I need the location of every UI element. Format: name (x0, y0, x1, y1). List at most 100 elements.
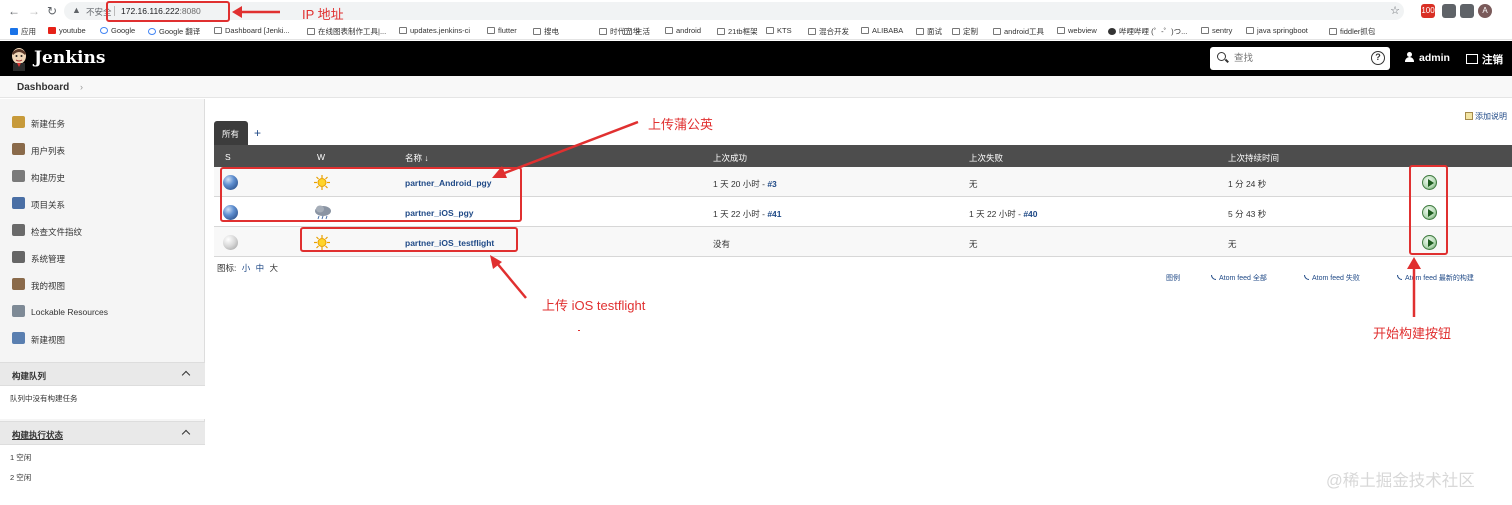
bookmark-item[interactable]: 应用 (10, 26, 36, 37)
add-view-tab[interactable]: + (254, 126, 261, 140)
breadcrumb-chevron-icon[interactable]: › (80, 82, 83, 92)
folder-icon (399, 27, 407, 34)
last-failure-text: 1 天 22 小时 - (969, 209, 1024, 219)
build-queue-panel: 构建队列 队列中没有构建任务 (0, 362, 205, 419)
search-box[interactable]: ? (1210, 47, 1390, 70)
bookmark-star-icon[interactable]: ☆ (1390, 4, 1400, 17)
gear-icon (12, 251, 25, 263)
bookmark-item[interactable]: 在线图表制作工具|... (307, 26, 386, 37)
extension-puzzle-icon[interactable] (1460, 4, 1474, 18)
jenkins-logo-icon[interactable] (9, 47, 29, 71)
bookmark-item[interactable]: fiddler抓包 (1329, 26, 1375, 37)
search-input[interactable] (1234, 51, 1364, 66)
column-last-duration[interactable]: 上次持续时间 (1228, 152, 1279, 164)
logout-icon (1466, 54, 1478, 64)
executor-header[interactable]: 构建执行状态 (0, 421, 205, 445)
bookmark-item[interactable]: youtube (48, 26, 86, 35)
bookmark-item[interactable]: sentry (1201, 26, 1232, 35)
profile-avatar-icon[interactable]: A (1478, 4, 1492, 18)
bookmark-item[interactable]: 生活 (624, 26, 650, 37)
bookmark-item[interactable]: android (665, 26, 701, 35)
build-queue-empty: 队列中没有构建任务 (10, 394, 78, 403)
jenkins-title[interactable]: Jenkins (34, 48, 105, 68)
bookmark-label: 应用 (21, 27, 36, 36)
bookmark-label: 哔哩哔哩 (゜-゜)つ... (1119, 27, 1188, 36)
bookmark-item[interactable]: 搜电 (533, 26, 559, 37)
bookmark-item[interactable]: Dashboard [Jenki... (214, 26, 290, 35)
bookmark-item[interactable]: 定制 (952, 26, 978, 37)
column-status[interactable]: S (225, 152, 231, 162)
folder-icon (12, 332, 25, 344)
legend-link[interactable]: 图例 (1166, 273, 1180, 283)
add-description-link[interactable]: 添加说明 (1465, 111, 1507, 122)
collapse-chevron-icon[interactable] (181, 429, 191, 439)
last-failure-build-link[interactable]: #40 (1023, 209, 1037, 219)
icon-size-small[interactable]: 小 (242, 263, 251, 273)
bookmark-item[interactable]: 混合开发 (808, 26, 849, 37)
jenkins-header: Jenkins ? admin 注销 (0, 41, 1512, 76)
column-weather[interactable]: W (317, 152, 325, 162)
bookmark-item[interactable]: flutter (487, 26, 517, 35)
bookmark-item[interactable]: KTS (766, 26, 792, 35)
collapse-chevron-icon[interactable] (181, 370, 191, 380)
build-queue-title: 构建队列 (12, 371, 47, 381)
bookmark-item[interactable]: Google (100, 26, 135, 35)
google-icon (148, 28, 156, 35)
bookmark-label: flutter (498, 26, 517, 35)
last-success-build-link[interactable]: #41 (767, 209, 781, 219)
folder-icon (1201, 27, 1209, 34)
executor-title[interactable]: 构建执行状态 (12, 429, 63, 441)
icon-size-medium[interactable]: 中 (256, 263, 265, 273)
folder-icon (599, 28, 607, 35)
user-link[interactable]: admin (1405, 52, 1450, 64)
atom-feed-failed-label: Atom feed 失败 (1312, 275, 1360, 282)
extension-100-icon[interactable]: 100 (1421, 4, 1435, 18)
feed-icon (1211, 275, 1216, 280)
bookmark-item[interactable]: webview (1057, 26, 1097, 35)
bookmark-label: webview (1068, 26, 1097, 35)
fingerprint-icon (12, 224, 25, 236)
last-duration-cell: 5 分 43 秒 (1228, 209, 1267, 219)
tab-all[interactable]: 所有 (214, 121, 248, 145)
atom-feed-all-link[interactable]: Atom feed 全部 (1211, 273, 1267, 283)
folder-icon (861, 27, 869, 34)
bookmark-item[interactable]: 21tb框架 (717, 26, 758, 37)
table-header: S W 名称 ↓ 上次成功 上次失败 上次持续时间 (214, 145, 1512, 167)
logout-link[interactable]: 注销 (1466, 52, 1503, 67)
executor-row: 1 空闲 (10, 453, 32, 462)
help-icon[interactable]: ? (1371, 51, 1385, 65)
watermark: @稀土掘金技术社区 (1326, 472, 1475, 490)
bookmark-item[interactable]: android工具 (993, 26, 1044, 37)
reload-icon[interactable]: ↻ (47, 4, 57, 18)
icon-size-large[interactable]: 大 (270, 263, 279, 273)
build-queue-header[interactable]: 构建队列 (0, 362, 205, 386)
column-last-success[interactable]: 上次成功 (713, 152, 747, 164)
bookmark-label: android工具 (1004, 27, 1045, 36)
back-icon[interactable]: ← (8, 4, 20, 18)
annotation-ip: IP 地址 (302, 7, 344, 22)
forward-icon[interactable]: → (28, 4, 40, 18)
annotation-build-button: 开始构建按钮 (1373, 326, 1452, 341)
last-success-build-link[interactable]: #3 (767, 179, 776, 189)
bookmark-item[interactable]: Google 翻译 (148, 26, 200, 37)
bookmark-label: java springboot (1257, 26, 1308, 35)
atom-feed-failed-link[interactable]: Atom feed 失败 (1304, 273, 1360, 283)
folder-icon (952, 28, 960, 35)
apps-grid-icon (10, 28, 18, 35)
column-name[interactable]: 名称 ↓ (405, 152, 429, 164)
build-queue-body: 队列中没有构建任务 (0, 386, 205, 419)
sidebar-item-label: 系统管理 (31, 254, 66, 264)
bookmark-item[interactable]: java springboot (1246, 26, 1308, 35)
bookmark-item[interactable]: updates.jenkins-ci (399, 26, 470, 35)
last-failure-cell: 无 (969, 238, 978, 250)
bookmark-item[interactable]: 面试 (916, 26, 942, 37)
edit-note-icon (1465, 112, 1473, 120)
breadcrumb-dashboard[interactable]: Dashboard (17, 82, 69, 93)
bookmark-item[interactable]: 哔哩哔哩 (゜-゜)つ... (1108, 26, 1187, 37)
bookmark-item[interactable]: ALIBABA (861, 26, 903, 35)
icon-size-selector: 图标: 小 中 大 (217, 262, 278, 274)
user-name: admin (1419, 52, 1450, 64)
extension-bookmark-icon[interactable] (1442, 4, 1456, 18)
column-last-failure[interactable]: 上次失败 (969, 152, 1003, 164)
site-icon (1108, 28, 1116, 35)
